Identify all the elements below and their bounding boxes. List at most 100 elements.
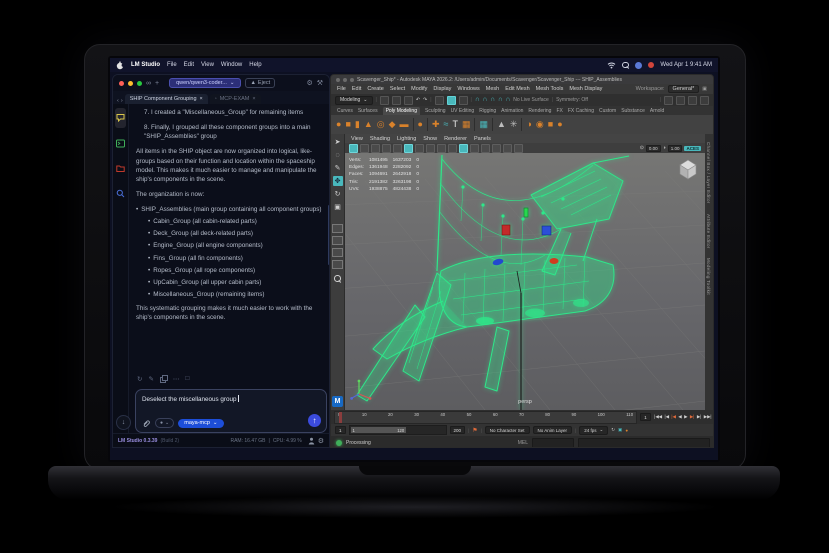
- go-to-start-button[interactable]: |◀◀: [654, 414, 663, 420]
- move-tool-icon[interactable]: ✥: [332, 176, 343, 186]
- shelf-tab-rendering[interactable]: Rendering: [528, 108, 551, 114]
- panel-menu-view[interactable]: View: [351, 136, 363, 142]
- open-scene-icon[interactable]: [391, 95, 401, 105]
- ipr-render-icon[interactable]: [676, 95, 685, 105]
- text-tool-icon[interactable]: T: [452, 120, 458, 129]
- lattice-icon[interactable]: ✳: [510, 120, 518, 129]
- go-to-end-button[interactable]: ▶▶|: [703, 414, 712, 420]
- step-forward-frame-button[interactable]: ▶|: [696, 414, 701, 420]
- nodes-icon[interactable]: ∞: [146, 80, 151, 87]
- recording-indicator-icon[interactable]: [648, 62, 655, 68]
- render-settings-icon[interactable]: [688, 95, 697, 105]
- tab-modeling-toolkit[interactable]: Modeling Toolkit: [706, 258, 711, 295]
- sculpt-tool-icon[interactable]: ●: [418, 120, 423, 129]
- shelf-tab-uv-editing[interactable]: UV Editing: [451, 108, 475, 114]
- maya-m-badge-icon[interactable]: M: [332, 396, 343, 407]
- lock-camera-icon[interactable]: [360, 143, 369, 153]
- panel-menu-shading[interactable]: Shading: [370, 136, 390, 142]
- shelf-tab-rigging[interactable]: Rigging: [479, 108, 496, 114]
- exposure-icon[interactable]: ⊙: [640, 145, 644, 151]
- apple-logo-icon[interactable]: [116, 60, 124, 70]
- maya-menu-mesh-display[interactable]: Mesh Display: [569, 86, 602, 92]
- undo-icon[interactable]: ↶: [416, 97, 420, 103]
- boolean-icon[interactable]: ▦: [462, 120, 471, 129]
- poly-sphere-icon[interactable]: ●: [336, 120, 341, 129]
- textured-icon[interactable]: [426, 143, 435, 153]
- use-all-lights-icon[interactable]: [437, 143, 446, 153]
- fps-dropdown[interactable]: 24 fps ⌄: [579, 425, 609, 435]
- viewport-canvas[interactable]: Verts: 1081495 1637203 0 Edges: 1361948 22820…: [345, 153, 705, 410]
- combine-icon[interactable]: ✚: [432, 120, 440, 129]
- current-frame-marker[interactable]: [339, 411, 342, 423]
- range-slider[interactable]: 1 120: [348, 425, 447, 435]
- multi-cut-icon[interactable]: ▦: [479, 120, 488, 129]
- chat-input[interactable]: Deselect the miscellaneous group: [142, 396, 237, 403]
- maya-menu-windows[interactable]: Windows: [457, 86, 479, 92]
- layout-single-pane-button[interactable]: [332, 224, 343, 233]
- new-scene-icon[interactable]: [379, 95, 389, 105]
- tab-channel-box[interactable]: Channel Box / Layer Editor: [706, 142, 711, 204]
- animation-end-field[interactable]: 200: [449, 426, 466, 434]
- shelf-tab-custom[interactable]: Custom: [599, 108, 616, 114]
- depth-of-field-icon[interactable]: [492, 143, 501, 153]
- tools-wrench-icon[interactable]: ⚒: [317, 79, 323, 87]
- edit-icon[interactable]: ✎: [148, 375, 153, 383]
- menuset-dropdown[interactable]: Modeling ⌄: [335, 95, 373, 105]
- maya-menu-select[interactable]: Select: [390, 86, 405, 92]
- shadows-icon[interactable]: [448, 143, 457, 153]
- search-icon[interactable]: [622, 61, 629, 69]
- maya-menu-mesh-tools[interactable]: Mesh Tools: [536, 86, 564, 92]
- exposure-value[interactable]: 0.00: [645, 144, 661, 152]
- smooth-icon[interactable]: ≈: [444, 120, 449, 129]
- workspace-selector[interactable]: General*: [667, 85, 700, 93]
- help-line[interactable]: [578, 437, 710, 447]
- maya-menu-mesh[interactable]: Mesh: [486, 86, 499, 92]
- step-back-frame-button[interactable]: |◀: [664, 414, 669, 420]
- maya-menu-edit[interactable]: Edit: [352, 86, 361, 92]
- shelf-tab-fx-caching[interactable]: FX Caching: [568, 108, 594, 114]
- maya-menu-edit-mesh[interactable]: Edit Mesh: [505, 86, 529, 92]
- lock-icon[interactable]: ▣: [702, 86, 707, 92]
- maya-menu-modify[interactable]: Modify: [411, 86, 427, 92]
- panel-menu-show[interactable]: Show: [423, 136, 437, 142]
- menubar-item-file[interactable]: File: [167, 62, 177, 68]
- wifi-icon[interactable]: [607, 61, 616, 69]
- render-icon[interactable]: [664, 95, 673, 105]
- rotate-tool-icon[interactable]: ↻: [333, 189, 343, 199]
- xray-icon[interactable]: [514, 143, 523, 153]
- scroll-to-bottom-button[interactable]: ↓: [116, 415, 131, 430]
- send-button[interactable]: ↑: [308, 414, 321, 427]
- regenerate-icon[interactable]: ↻: [137, 375, 142, 383]
- step-back-key-button[interactable]: |◀: [671, 414, 676, 420]
- save-scene-icon[interactable]: [403, 95, 413, 105]
- layout-outliner-button[interactable]: [332, 260, 343, 269]
- lasso-tool-icon[interactable]: ◌: [333, 150, 343, 160]
- maximize-window-button[interactable]: [137, 80, 142, 86]
- layout-four-pane-button[interactable]: [332, 236, 343, 245]
- step-forward-key-button[interactable]: ▶|: [689, 414, 694, 420]
- panel-menu-lighting[interactable]: Lighting: [397, 136, 416, 142]
- current-frame-field[interactable]: 1: [640, 413, 651, 421]
- animation-start-field[interactable]: 1: [335, 426, 346, 434]
- play-backwards-button[interactable]: ◀: [678, 414, 682, 420]
- mel-input[interactable]: [532, 437, 574, 447]
- minimize-window-button[interactable]: [343, 77, 347, 82]
- panel-menu-panels[interactable]: Panels: [474, 136, 491, 142]
- gamma-value[interactable]: 1.00: [667, 144, 683, 152]
- shelf-tab-animation[interactable]: Animation: [501, 108, 523, 114]
- shelf-tab-curves[interactable]: Curves: [337, 108, 353, 114]
- shelf-tab-arnold[interactable]: Arnold: [650, 108, 664, 114]
- snap-curve-icon[interactable]: ∩: [483, 96, 488, 104]
- tab-ship-component-grouping[interactable]: SHIP Component Grouping ×: [124, 94, 208, 104]
- poly-cube-icon[interactable]: ■: [345, 120, 350, 129]
- image-plane-icon[interactable]: [393, 143, 402, 153]
- snap-grid-icon[interactable]: ∩: [475, 96, 480, 104]
- select-hierarchy-icon[interactable]: [434, 95, 444, 105]
- close-tab-icon[interactable]: ×: [200, 96, 203, 102]
- menubar-app-name[interactable]: LM Studio: [131, 62, 160, 68]
- hypershade-icon[interactable]: [700, 95, 709, 105]
- snap-view-icon[interactable]: ∩: [506, 96, 511, 104]
- panel-menu-renderer[interactable]: Renderer: [444, 136, 467, 142]
- attachment-paperclip-icon[interactable]: [142, 419, 151, 428]
- select-tool-icon[interactable]: ➤: [333, 137, 343, 147]
